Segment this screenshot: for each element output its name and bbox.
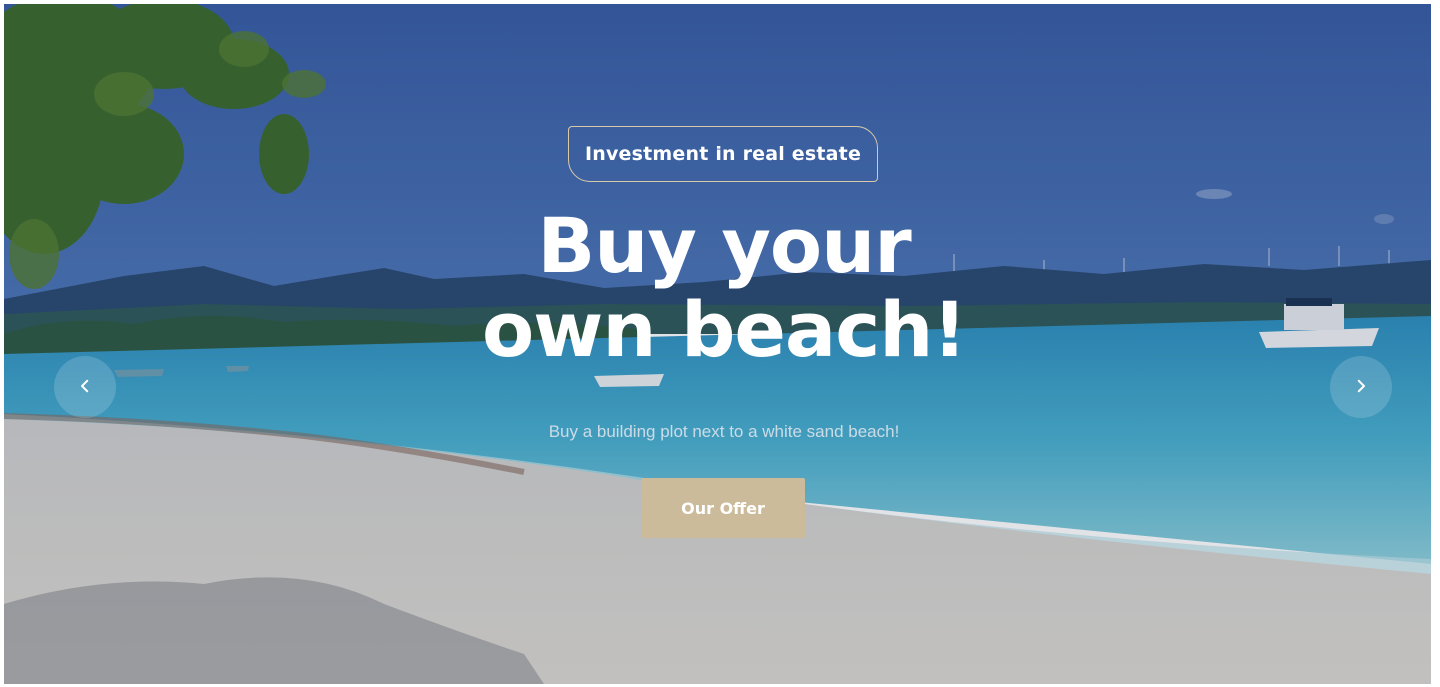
hero-subtitle: Buy a building plot next to a white sand… <box>548 422 900 441</box>
hero-slider: Investment in real estate Buy your own b… <box>4 4 1431 684</box>
carousel-next-button[interactable] <box>1330 356 1392 418</box>
hero-content: Investment in real estate Buy your own b… <box>4 4 1431 684</box>
carousel-prev-button[interactable] <box>54 356 116 418</box>
chevron-left-icon <box>76 377 94 398</box>
our-offer-button[interactable]: Our Offer <box>641 478 805 538</box>
headline-line-2: own beach! <box>481 285 967 374</box>
category-tag: Investment in real estate <box>568 126 878 182</box>
chevron-right-icon <box>1352 377 1370 398</box>
headline-line-1: Buy your <box>537 201 911 290</box>
hero-headline: Buy your own beach! <box>424 204 1024 372</box>
